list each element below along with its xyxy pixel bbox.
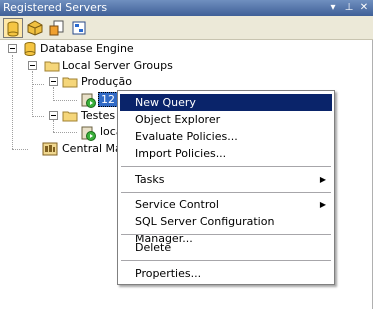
folder-icon	[62, 77, 78, 88]
collapse-producao-toggle[interactable]	[49, 77, 58, 86]
menu-item-object-explorer[interactable]: Object Explorer	[120, 111, 332, 128]
database-engine-icon	[24, 42, 36, 56]
database-engine-button[interactable]	[3, 18, 23, 38]
tree-item-producao-server[interactable]: 12	[98, 92, 118, 108]
tree-connector	[53, 100, 77, 101]
menu-item-tasks-label: Tasks	[135, 173, 165, 186]
tree-item-database-engine[interactable]: Database Engine	[40, 41, 134, 57]
selected-server-label[interactable]: 12	[98, 92, 118, 107]
panel-title: Registered Servers	[3, 1, 108, 14]
collapse-local-groups-toggle[interactable]	[28, 61, 37, 70]
tree-connector	[12, 55, 13, 149]
menu-separator	[121, 192, 331, 193]
tree-connector	[53, 87, 54, 99]
tree-connector	[53, 120, 54, 132]
reporting-services-button[interactable]	[47, 18, 67, 38]
menu-item-evaluate-policies[interactable]: Evaluate Policies...	[120, 128, 332, 145]
reporting-services-icon	[49, 20, 64, 36]
tree-item-testes[interactable]: Testes	[81, 108, 115, 124]
close-panel-button[interactable]: ✕	[357, 0, 371, 16]
registered-servers-toolbar	[0, 16, 373, 40]
menu-separator	[121, 166, 331, 167]
menu-item-import-policies[interactable]: Import Policies...	[120, 145, 332, 162]
tree-connector	[32, 84, 44, 85]
tree-item-central-management[interactable]: Central Ma	[62, 141, 122, 157]
integration-services-icon	[72, 21, 86, 35]
tree-connector	[12, 149, 28, 150]
central-management-server-icon	[42, 142, 58, 156]
tree-connector	[53, 132, 77, 133]
analysis-services-button[interactable]	[25, 18, 45, 38]
panel-title-bar: Registered Servers ▾ ⊥ ✕	[0, 0, 373, 16]
collapse-database-engine-toggle[interactable]	[8, 44, 17, 53]
menu-item-properties[interactable]: Properties...	[120, 265, 332, 282]
analysis-services-icon	[27, 20, 43, 36]
menu-separator	[121, 234, 331, 235]
window-position-button[interactable]: ▾	[326, 0, 340, 16]
collapse-testes-toggle[interactable]	[49, 111, 58, 120]
submenu-arrow-icon: ▶	[319, 200, 326, 209]
auto-hide-pin-icon[interactable]: ⊥	[342, 0, 356, 16]
menu-item-service-control[interactable]: Service Control ▶	[120, 196, 332, 213]
server-running-icon	[81, 93, 96, 108]
database-engine-icon	[7, 21, 19, 37]
tree-item-local-server-groups[interactable]: Local Server Groups	[62, 58, 173, 74]
tree-connector	[32, 116, 44, 117]
menu-separator	[121, 260, 331, 261]
tree-item-producao[interactable]: Produção	[81, 74, 132, 90]
menu-item-configuration-manager[interactable]: SQL Server Configuration Manager...	[120, 213, 332, 245]
folder-icon	[44, 61, 60, 72]
integration-services-button[interactable]	[69, 18, 89, 38]
folder-icon	[62, 111, 78, 122]
menu-item-delete[interactable]: Delete	[120, 239, 332, 256]
server-context-menu: New Query Object Explorer Evaluate Polic…	[117, 90, 335, 285]
menu-item-new-query[interactable]: New Query	[120, 94, 332, 111]
server-running-icon	[81, 126, 96, 141]
tree-connector	[32, 71, 33, 117]
menu-item-service-control-label: Service Control	[135, 198, 219, 211]
menu-item-tasks[interactable]: Tasks ▶	[120, 171, 332, 188]
submenu-arrow-icon: ▶	[319, 175, 326, 184]
